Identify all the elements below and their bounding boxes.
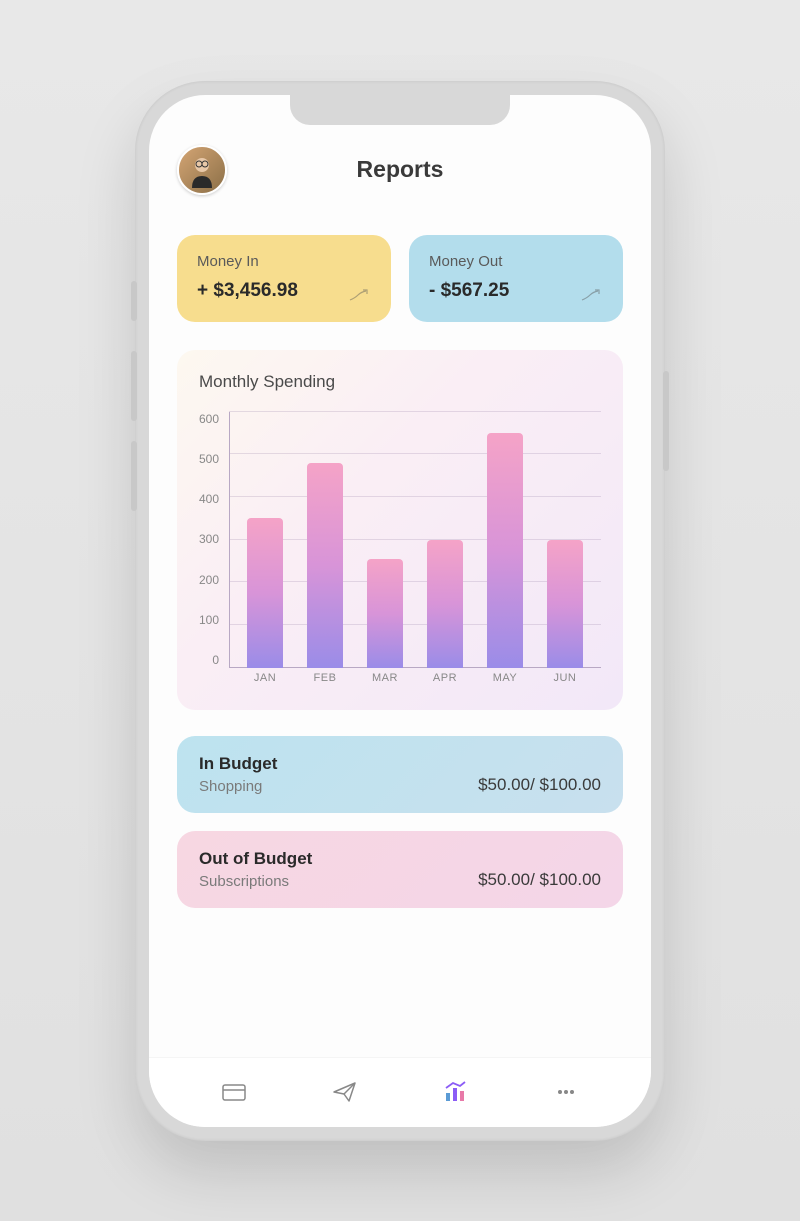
x-tick: MAY <box>487 672 523 692</box>
chart-title: Monthly Spending <box>199 372 601 392</box>
x-tick: JUN <box>547 672 583 692</box>
y-tick: 400 <box>199 492 219 506</box>
nav-more-icon[interactable] <box>546 1072 586 1112</box>
phone-screen: Reports Money In + $3,456.98 Money Out -… <box>149 95 651 1127</box>
out-budget-amount: $50.00/ $100.00 <box>478 870 601 890</box>
x-axis-labels: JAN FEB MAR APR MAY JUN <box>229 672 601 692</box>
bar[interactable] <box>307 463 343 668</box>
paper-plane-icon <box>331 1078 359 1106</box>
y-tick: 0 <box>212 653 219 667</box>
nav-card-icon[interactable] <box>214 1072 254 1112</box>
out-budget-card[interactable]: Out of Budget Subscriptions $50.00/ $100… <box>177 831 623 908</box>
out-budget-category: Subscriptions <box>199 873 312 890</box>
phone-frame: Reports Money In + $3,456.98 Money Out -… <box>135 81 665 1141</box>
volume-down-button <box>131 441 137 511</box>
avatar[interactable] <box>177 145 227 195</box>
y-tick: 100 <box>199 613 219 627</box>
notification-dot <box>217 145 227 155</box>
y-tick: 300 <box>199 532 219 546</box>
money-out-label: Money Out <box>429 253 603 270</box>
bar[interactable] <box>487 433 523 668</box>
bar[interactable] <box>427 540 463 668</box>
x-tick: FEB <box>307 672 343 692</box>
plot-area: JAN FEB MAR APR MAY JUN <box>229 412 601 692</box>
nav-send-icon[interactable] <box>325 1072 365 1112</box>
chart-card: Monthly Spending 600 500 400 300 200 100 0 JAN… <box>177 350 623 710</box>
y-tick: 500 <box>199 452 219 466</box>
nav-reports-icon[interactable] <box>435 1072 475 1112</box>
avatar-icon <box>184 152 220 188</box>
out-budget-title: Out of Budget <box>199 849 312 869</box>
y-tick: 600 <box>199 412 219 426</box>
power-button <box>663 371 669 471</box>
y-tick: 200 <box>199 573 219 587</box>
chart-body: 600 500 400 300 200 100 0 JAN FEB MAR APR MAY JUN <box>199 412 601 692</box>
money-in-card[interactable]: Money In + $3,456.98 <box>177 235 391 322</box>
notch <box>290 95 510 125</box>
x-tick: JAN <box>247 672 283 692</box>
money-in-label: Money In <box>197 253 371 270</box>
more-icon <box>552 1078 580 1106</box>
x-tick: APR <box>427 672 463 692</box>
bar[interactable] <box>547 540 583 668</box>
money-in-value: + $3,456.98 <box>197 280 371 302</box>
stats-row: Money In + $3,456.98 Money Out - $567.25 <box>177 235 623 322</box>
page-title: Reports <box>357 156 444 183</box>
chart-icon <box>441 1078 469 1106</box>
bottom-nav <box>149 1057 651 1127</box>
bars <box>229 412 601 668</box>
in-budget-card[interactable]: In Budget Shopping $50.00/ $100.00 <box>177 736 623 813</box>
side-button <box>131 281 137 321</box>
volume-up-button <box>131 351 137 421</box>
x-tick: MAR <box>367 672 403 692</box>
trend-up-icon <box>349 288 371 302</box>
in-budget-category: Shopping <box>199 778 277 795</box>
credit-card-icon <box>220 1078 248 1106</box>
in-budget-title: In Budget <box>199 754 277 774</box>
money-out-value: - $567.25 <box>429 280 603 302</box>
bar[interactable] <box>367 559 403 668</box>
header: Reports <box>177 145 623 195</box>
bar[interactable] <box>247 518 283 667</box>
in-budget-amount: $50.00/ $100.00 <box>478 775 601 795</box>
money-out-card[interactable]: Money Out - $567.25 <box>409 235 623 322</box>
y-axis: 600 500 400 300 200 100 0 <box>199 412 229 692</box>
trend-up-icon <box>581 288 603 302</box>
